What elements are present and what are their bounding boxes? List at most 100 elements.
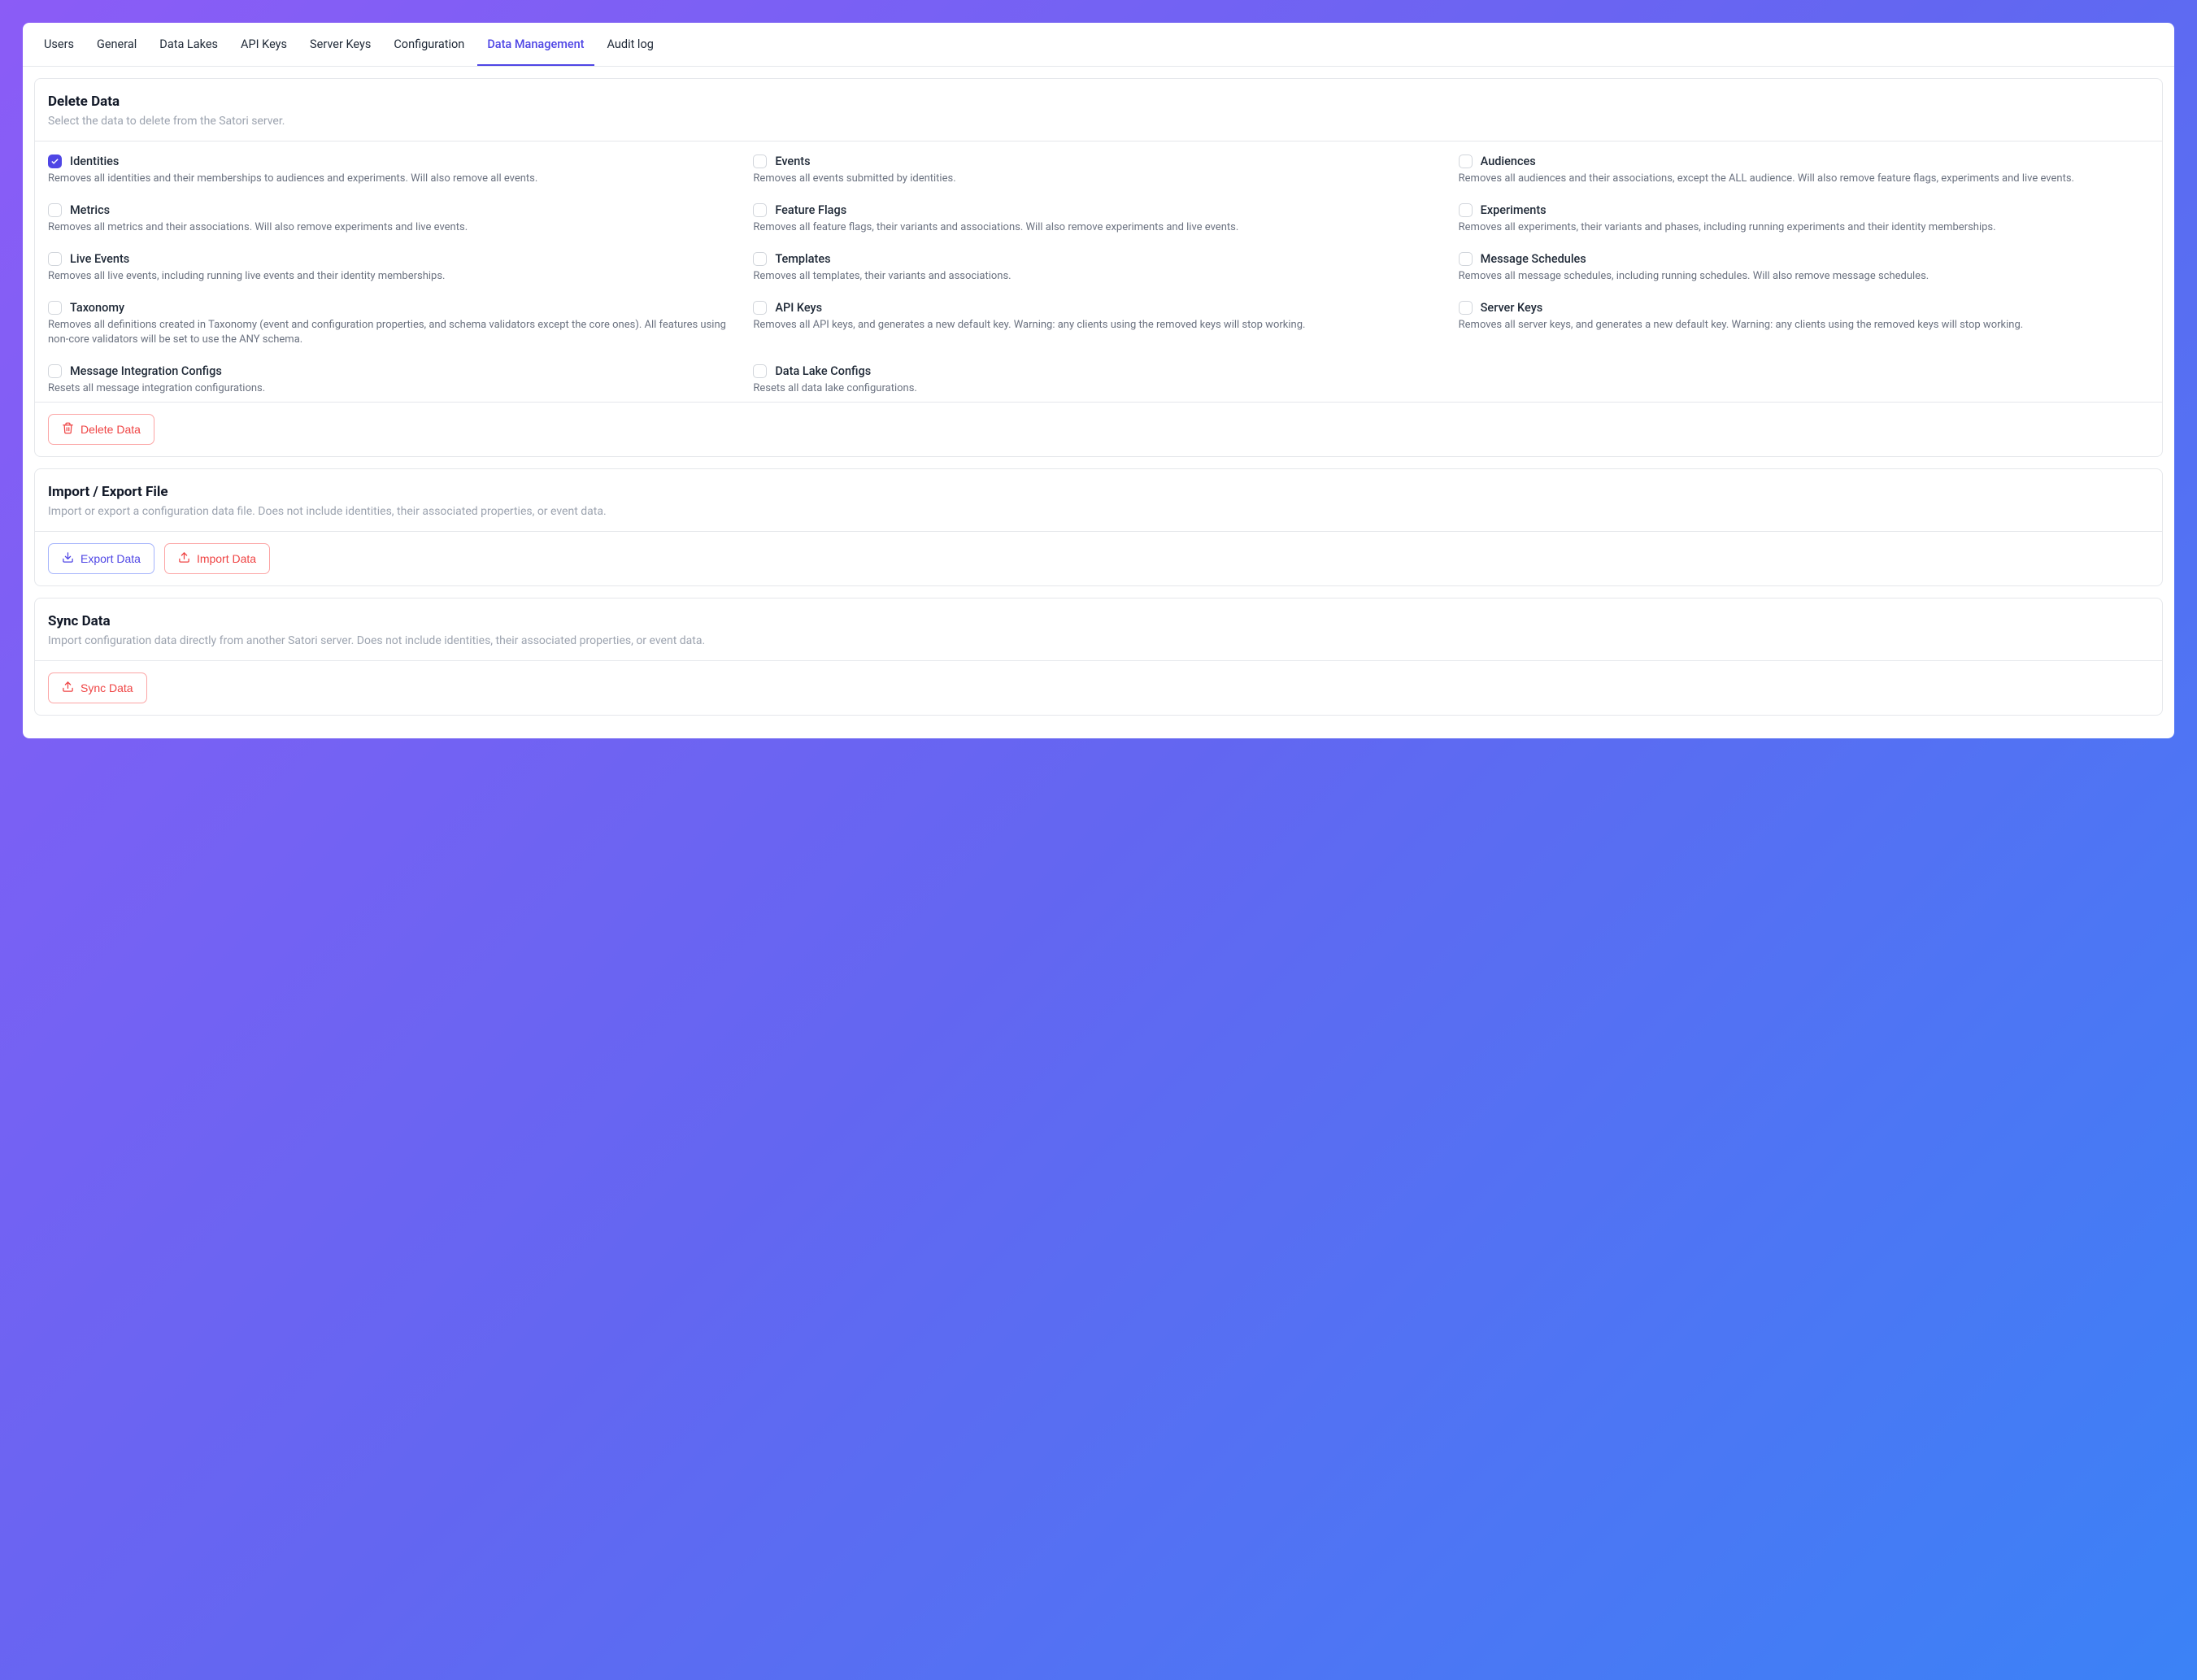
checkbox-row: Audiences <box>1459 155 2149 168</box>
delete-option-feature-flags: Feature FlagsRemoves all feature flags, … <box>753 203 1443 236</box>
checkbox-label: Audiences <box>1481 155 1536 168</box>
checkbox-description: Removes all definitions created in Taxon… <box>48 318 738 349</box>
tab-configuration[interactable]: Configuration <box>384 23 474 66</box>
delete-option-templates: Templates Removes all templates, their va… <box>753 252 1443 285</box>
checkbox-row: Data Lake Configs <box>753 364 1443 378</box>
delete-option-identities: Identities Removes all identities and the… <box>48 155 738 187</box>
check-icon <box>50 157 59 166</box>
card-subtitle: Select the data to delete from the Sator… <box>48 115 2149 128</box>
tab-label: Users <box>44 37 74 51</box>
checkbox-description: Removes all experiments, their variants … <box>1459 220 2149 236</box>
checkbox[interactable] <box>753 301 767 315</box>
button-label: Delete Data <box>80 423 141 436</box>
tab-data-management[interactable]: Data Management <box>477 23 594 66</box>
checkbox-label: Message Integration Configs <box>70 364 222 378</box>
checkbox-row: Templates <box>753 252 1443 266</box>
delete-option-taxonomy: Taxonomy Removes all definitions created … <box>48 301 738 349</box>
card-title: Delete Data <box>48 94 2149 110</box>
checkbox-description: Resets all message integration configura… <box>48 381 738 397</box>
tab-general[interactable]: General <box>87 23 146 66</box>
checkbox-label: Events <box>775 155 810 168</box>
tab-users[interactable]: Users <box>34 23 84 66</box>
checkbox[interactable] <box>48 155 62 168</box>
tab-label: API Keys <box>241 37 287 51</box>
checkbox-row: Message Integration Configs <box>48 364 738 378</box>
delete-option-data-lake-configs: Data Lake Configs Resets all data lake co… <box>753 364 1443 397</box>
tabs-bar: Users General Data Lakes API Keys Server Key… <box>23 23 2174 67</box>
checkbox-label: Templates <box>775 252 830 266</box>
checkbox[interactable] <box>48 203 62 217</box>
upload-icon <box>62 681 74 695</box>
checkbox-label: Metrics <box>70 203 110 217</box>
sync-data-card: Sync Data Import configuration data dire… <box>34 598 2163 716</box>
checkbox[interactable] <box>753 252 767 266</box>
tab-audit-log[interactable]: Audit log <box>598 23 663 66</box>
card-header: Import / Export File Import or export a … <box>35 469 2162 532</box>
delete-option-experiments: Experiments Removes all experiments, thei… <box>1459 203 2149 236</box>
trash-icon <box>62 422 74 437</box>
delete-option-live-events: Live Events Removes all live events, incl… <box>48 252 738 285</box>
delete-options-grid: Identities Removes all identities and the… <box>48 155 2149 397</box>
checkbox-description: Removes all feature flags, their variant… <box>753 220 1443 236</box>
card-body: Identities Removes all identities and the… <box>35 141 2162 402</box>
checkbox-row: Server Keys <box>1459 301 2149 315</box>
delete-option-api-keys: API Keys Removes all API keys, and genera… <box>753 301 1443 349</box>
checkbox[interactable] <box>1459 252 1473 266</box>
tab-label: Configuration <box>394 37 464 51</box>
export-data-button[interactable]: Export Data <box>48 543 154 574</box>
card-footer: Delete Data <box>35 402 2162 456</box>
checkbox-label: Identities <box>70 155 119 168</box>
card-subtitle: Import or export a configuration data fi… <box>48 505 2149 518</box>
import-data-button[interactable]: Import Data <box>164 543 270 574</box>
checkbox[interactable] <box>753 203 767 217</box>
button-label: Import Data <box>197 552 256 565</box>
checkbox-label: Experiments <box>1481 203 1547 217</box>
checkbox[interactable] <box>48 364 62 378</box>
checkbox-description: Removes all events submitted by identiti… <box>753 172 1443 187</box>
checkbox-row: Metrics <box>48 203 738 217</box>
card-footer: Sync Data <box>35 661 2162 715</box>
delete-option-audiences: Audiences Removes all audiences and their… <box>1459 155 2149 187</box>
checkbox-description: Removes all templates, their variants an… <box>753 269 1443 285</box>
checkbox-row: Identities <box>48 155 738 168</box>
content-area: Delete Data Select the data to delete fr… <box>23 67 2174 738</box>
button-label: Export Data <box>80 552 141 565</box>
delete-option-message-schedules: Message SchedulesRemoves all message sch… <box>1459 252 2149 285</box>
tab-label: Server Keys <box>310 37 371 51</box>
checkbox[interactable] <box>1459 203 1473 217</box>
checkbox[interactable] <box>753 155 767 168</box>
checkbox-label: Taxonomy <box>70 301 124 315</box>
checkbox-row: Events <box>753 155 1443 168</box>
checkbox-description: Removes all identities and their members… <box>48 172 738 187</box>
tab-server-keys[interactable]: Server Keys <box>300 23 381 66</box>
checkbox[interactable] <box>48 301 62 315</box>
delete-data-button[interactable]: Delete Data <box>48 414 154 445</box>
tab-data-lakes[interactable]: Data Lakes <box>150 23 228 66</box>
checkbox-row: Experiments <box>1459 203 2149 217</box>
checkbox[interactable] <box>48 252 62 266</box>
card-header: Delete Data Select the data to delete fr… <box>35 79 2162 141</box>
checkbox[interactable] <box>1459 301 1473 315</box>
card-header: Sync Data Import configuration data dire… <box>35 598 2162 661</box>
checkbox-description: Removes all live events, including runni… <box>48 269 738 285</box>
checkbox-description: Removes all API keys, and generates a ne… <box>753 318 1443 333</box>
delete-option-message-integration-configs: Message Integration Configs Resets all me… <box>48 364 738 397</box>
checkbox[interactable] <box>753 364 767 378</box>
sync-data-button[interactable]: Sync Data <box>48 672 147 703</box>
checkbox-row: Message Schedules <box>1459 252 2149 266</box>
checkbox-row: Live Events <box>48 252 738 266</box>
checkbox-label: Server Keys <box>1481 301 1543 315</box>
checkbox-description: Removes all audiences and their associat… <box>1459 172 2149 187</box>
checkbox-label: API Keys <box>775 301 822 315</box>
checkbox[interactable] <box>1459 155 1473 168</box>
delete-option-metrics: MetricsRemoves all metrics and their ass… <box>48 203 738 236</box>
checkbox-label: Live Events <box>70 252 129 266</box>
tab-label: General <box>97 37 137 51</box>
card-subtitle: Import configuration data directly from … <box>48 634 2149 647</box>
tab-label: Data Management <box>487 37 584 51</box>
card-title: Sync Data <box>48 613 2149 629</box>
checkbox-description: Resets all data lake configurations. <box>753 381 1443 397</box>
checkbox-label: Data Lake Configs <box>775 364 871 378</box>
tab-api-keys[interactable]: API Keys <box>231 23 297 66</box>
download-icon <box>62 551 74 566</box>
